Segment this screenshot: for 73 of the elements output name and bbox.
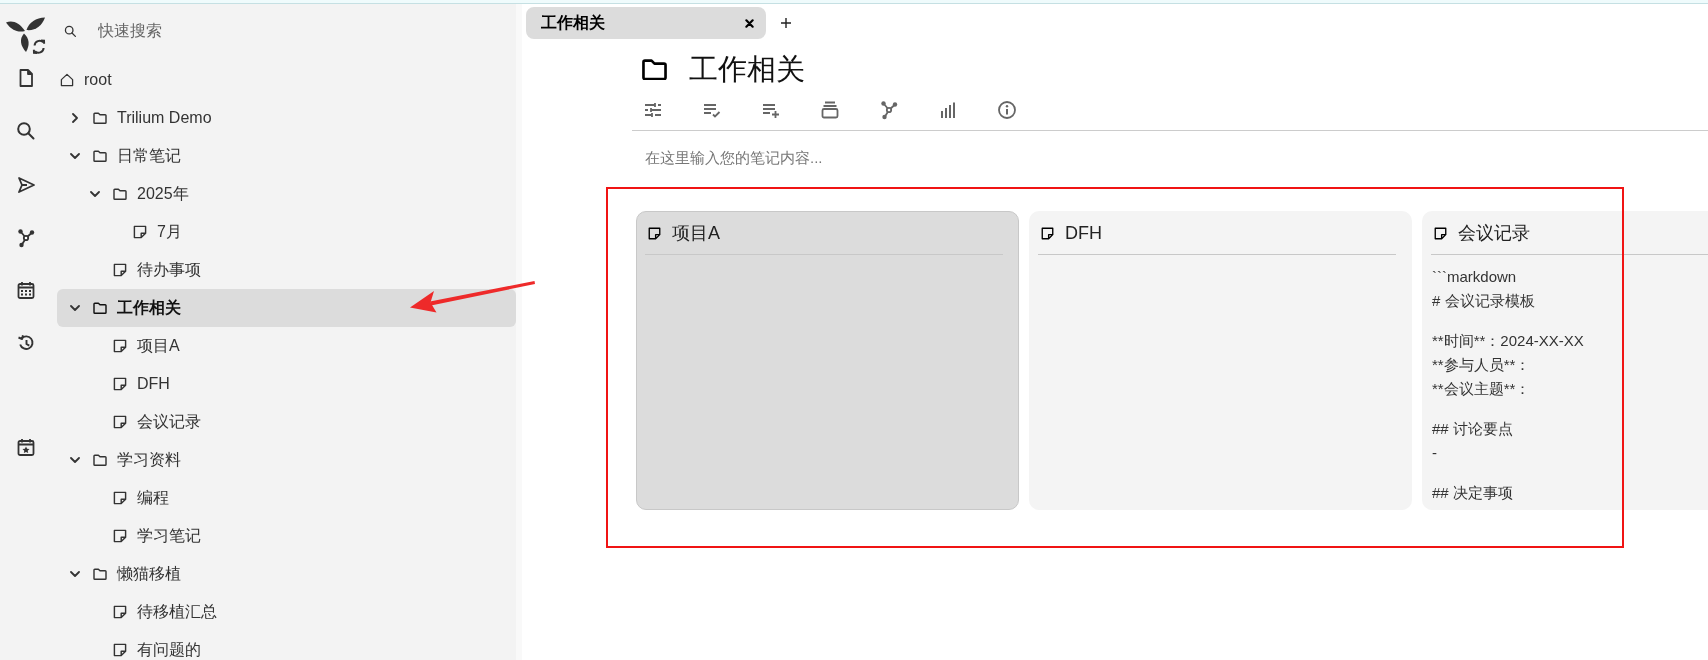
graph-icon[interactable] xyxy=(16,228,36,248)
chevron-icon[interactable] xyxy=(70,303,80,313)
tree-item[interactable]: 工作相关 xyxy=(57,289,516,327)
note-icon xyxy=(112,338,128,354)
tree-item[interactable]: 待办事项 xyxy=(57,251,516,289)
tree-item[interactable]: 会议记录 xyxy=(57,403,516,441)
folder-icon xyxy=(92,452,108,468)
card-title: 会议记录 xyxy=(1458,222,1530,244)
preview-text-line: **会议主题**： xyxy=(1432,379,1531,399)
note-icon xyxy=(112,490,128,506)
graph-icon[interactable] xyxy=(879,100,899,120)
preview-text-line: # 会议记录模板 xyxy=(1432,291,1535,311)
folder-icon xyxy=(92,110,108,126)
tree-item[interactable]: 学习笔记 xyxy=(57,517,516,555)
note-icon xyxy=(647,225,662,241)
tree-item[interactable]: 有问题的 xyxy=(57,631,516,660)
note-card[interactable]: DFH xyxy=(1029,211,1412,510)
tree-item[interactable]: 待移植汇总 xyxy=(57,593,516,631)
note-card[interactable]: 会议记录 ```markdown # 会议记录模板 **时间**：2024-XX-XX **参与人员**： **会议主题**： ## 讨论要点 - ## 决定事项 xyxy=(1422,211,1708,510)
note-icon xyxy=(112,604,128,620)
note-icon xyxy=(112,414,128,430)
preview-text-line: - xyxy=(1432,443,1437,463)
quick-search-field[interactable]: 快速搜索 xyxy=(98,16,498,46)
bar-chart-icon[interactable] xyxy=(938,100,958,120)
note-title: 工作相关 xyxy=(689,52,805,87)
chevron-icon[interactable] xyxy=(70,569,80,579)
card-title: DFH xyxy=(1065,222,1102,244)
send-icon[interactable] xyxy=(16,175,36,195)
note-icon xyxy=(112,642,128,658)
history-icon[interactable] xyxy=(16,333,36,353)
note-tab[interactable]: 工作相关 xyxy=(526,7,766,39)
preview-text-line: **时间**：2024-XX-XX xyxy=(1432,331,1584,351)
card-title: 项目A xyxy=(672,222,720,244)
tree-item[interactable]: 项目A xyxy=(57,327,516,365)
search-icon[interactable] xyxy=(64,24,77,38)
tree-item[interactable]: 7月 xyxy=(57,213,516,251)
close-icon[interactable] xyxy=(745,18,754,28)
note-content-field[interactable]: 在这里输入您的笔记内容... xyxy=(645,148,1245,168)
chevron-icon[interactable] xyxy=(70,113,80,123)
preview-text-line: ```markdown xyxy=(1432,267,1517,287)
chevron-icon[interactable] xyxy=(70,151,80,161)
note-icon xyxy=(1433,225,1448,241)
tree-item[interactable]: 日常笔记 xyxy=(57,137,516,175)
folder-icon xyxy=(642,58,667,80)
note-card[interactable]: 项目A xyxy=(636,211,1019,510)
sliders-icon[interactable] xyxy=(643,100,663,120)
tree-item[interactable]: 编程 xyxy=(57,479,516,517)
calendar-icon[interactable] xyxy=(16,280,36,300)
search-icon[interactable] xyxy=(16,121,36,141)
note-icon xyxy=(132,224,148,240)
tree-item[interactable]: Trilium Demo xyxy=(57,99,516,137)
home-icon xyxy=(59,72,75,88)
preview-text-line: ## 讨论要点 xyxy=(1432,419,1513,439)
tree-item[interactable]: 2025年 xyxy=(57,175,516,213)
tree-item[interactable]: root xyxy=(57,61,516,99)
note-icon xyxy=(1040,225,1055,241)
folder-icon xyxy=(92,566,108,582)
folder-icon xyxy=(92,300,108,316)
chevron-icon[interactable] xyxy=(90,189,100,199)
note-icon xyxy=(112,376,128,392)
tree-item[interactable]: 懒猫移植 xyxy=(57,555,516,593)
chevron-icon[interactable] xyxy=(70,455,80,465)
folder-icon xyxy=(92,148,108,164)
stack-icon[interactable] xyxy=(820,100,840,120)
note-icon xyxy=(112,528,128,544)
folder-icon xyxy=(112,186,128,202)
tree-item[interactable]: DFH xyxy=(57,365,516,403)
preview-text-line: ## 决定事项 xyxy=(1432,483,1513,503)
note-icon xyxy=(112,262,128,278)
tree-item[interactable]: 学习资料 xyxy=(57,441,516,479)
info-icon[interactable] xyxy=(997,100,1017,120)
plus-icon[interactable] xyxy=(781,18,791,28)
preview-text-line: **参与人员**： xyxy=(1432,355,1531,375)
